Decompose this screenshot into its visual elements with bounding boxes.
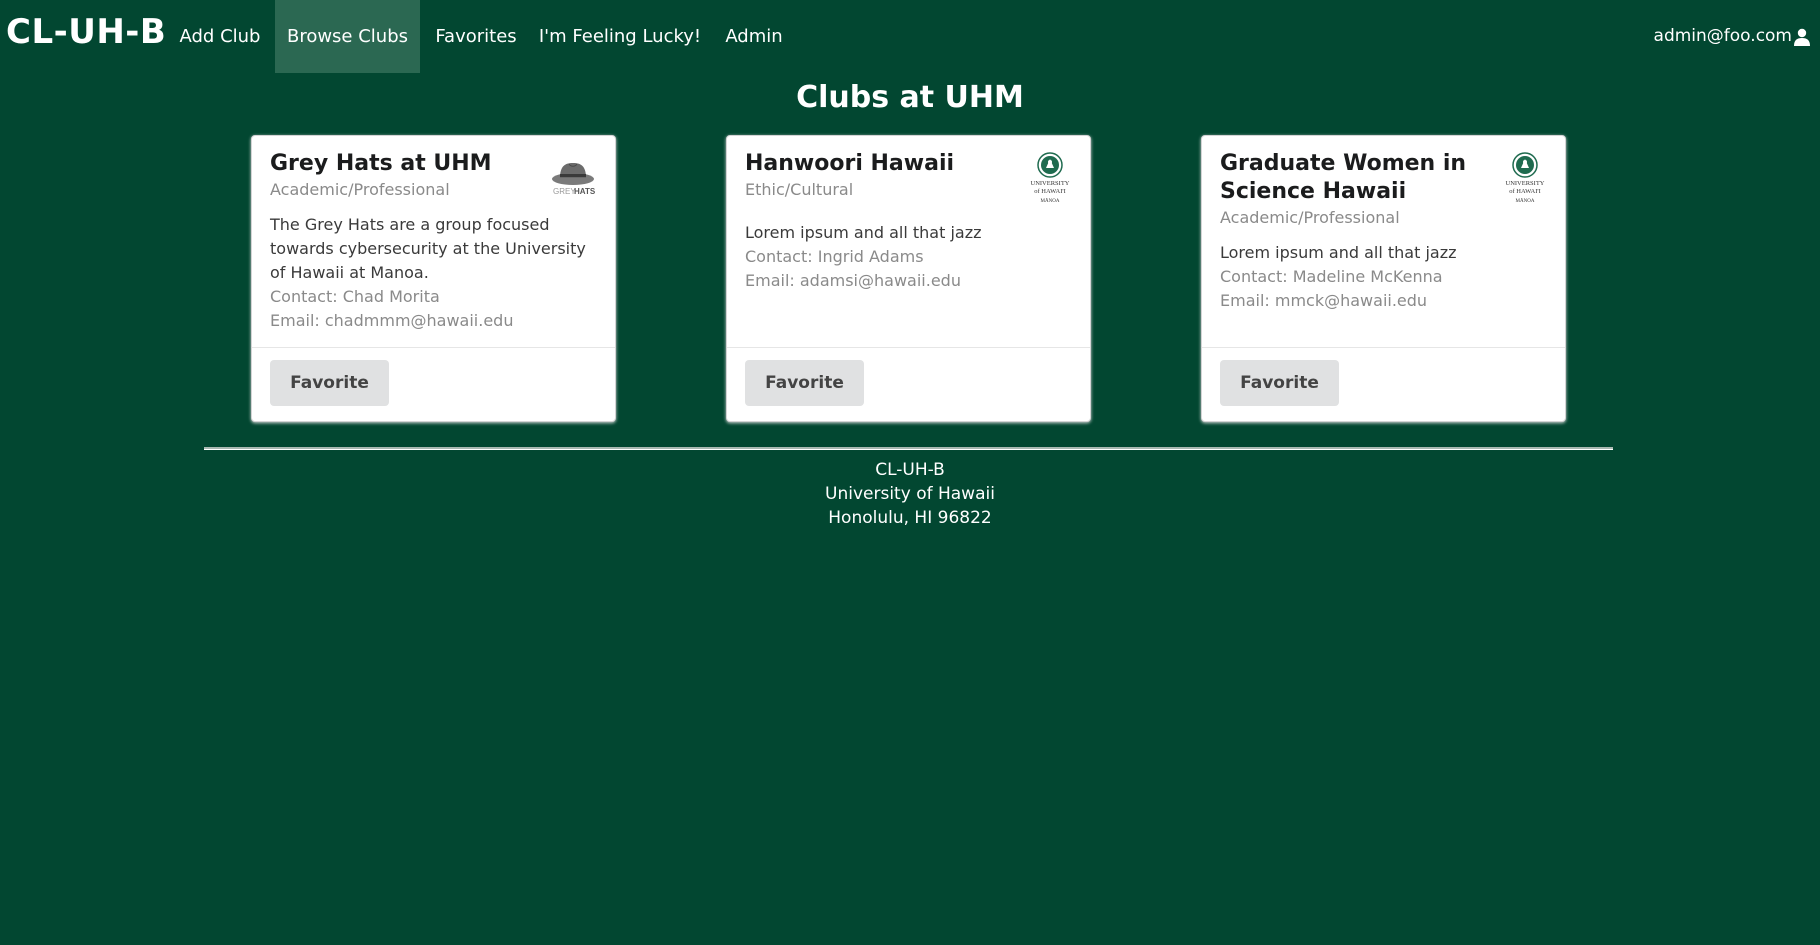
club-name: Graduate Women in Science Hawaii bbox=[1220, 151, 1467, 204]
footer-divider bbox=[204, 447, 1613, 450]
svg-text:MĀNOA: MĀNOA bbox=[1516, 198, 1535, 204]
nav-favorites[interactable]: Favorites bbox=[420, 0, 532, 73]
club-type: Academic/Professional bbox=[1220, 208, 1400, 227]
svg-text:HATS: HATS bbox=[574, 187, 596, 196]
footer-university: University of Hawaii bbox=[825, 484, 995, 504]
top-navbar: CL-UH-B Add Club Browse Clubs Favorites … bbox=[0, 0, 1820, 73]
card-extra: Favorite bbox=[1202, 347, 1565, 421]
club-email: Email: mmck@hawaii.edu bbox=[1220, 291, 1428, 310]
card-extra: Favorite bbox=[252, 347, 615, 421]
page-title: Clubs at UHM bbox=[796, 80, 1024, 115]
club-contact: Contact: Ingrid Adams bbox=[745, 247, 924, 266]
nav-browse-clubs[interactable]: Browse Clubs bbox=[275, 0, 420, 73]
svg-text:MĀNOA: MĀNOA bbox=[1041, 198, 1060, 204]
user-menu-dropdown[interactable]: admin@foo.com bbox=[1654, 0, 1810, 73]
grey-hats-logo: GREY HATS bbox=[552, 163, 596, 196]
club-card: GREY HATS Grey Hats at UHM Academic/Prof… bbox=[251, 135, 616, 422]
club-type: Academic/Professional bbox=[270, 180, 450, 199]
nav-admin[interactable]: Admin bbox=[708, 0, 800, 73]
club-card: UNIVERSITY of HAWAI'I MĀNOA Hanwoori Haw… bbox=[726, 135, 1091, 422]
club-description: Lorem ipsum and all that jazz bbox=[745, 223, 982, 242]
club-email: Email: adamsi@hawaii.edu bbox=[745, 271, 961, 290]
footer-site-name: CL-UH-B bbox=[875, 460, 945, 480]
footer: CL-UH-B University of Hawaii Honolulu, H… bbox=[0, 458, 1820, 530]
svg-text:of HAWAI'I: of HAWAI'I bbox=[1509, 188, 1541, 195]
club-card: UNIVERSITY of HAWAI'I MĀNOA Graduate Wom… bbox=[1201, 135, 1566, 422]
club-name: Hanwoori Hawaii bbox=[745, 151, 955, 176]
user-email: admin@foo.com bbox=[1653, 26, 1792, 46]
favorite-button[interactable]: Favorite bbox=[270, 360, 389, 406]
club-contact: Contact: Chad Morita bbox=[270, 287, 440, 306]
user-icon bbox=[1794, 28, 1810, 46]
favorite-button[interactable]: Favorite bbox=[1220, 360, 1339, 406]
card-extra: Favorite bbox=[727, 347, 1090, 421]
uh-manoa-logo: UNIVERSITY of HAWAI'I MĀNOA bbox=[1506, 152, 1545, 204]
club-email: Email: chadmmm@hawaii.edu bbox=[270, 311, 514, 330]
svg-text:of HAWAI'I: of HAWAI'I bbox=[1034, 188, 1066, 195]
club-name: Grey Hats at UHM bbox=[270, 151, 492, 176]
club-type: Ethic/Cultural bbox=[745, 180, 854, 199]
svg-text:UNIVERSITY: UNIVERSITY bbox=[1506, 180, 1545, 187]
uh-manoa-logo: UNIVERSITY of HAWAI'I MĀNOA bbox=[1031, 152, 1070, 204]
svg-text:UNIVERSITY: UNIVERSITY bbox=[1031, 180, 1070, 187]
club-description: Lorem ipsum and all that jazz bbox=[1220, 243, 1457, 262]
brand-logo-link[interactable]: CL-UH-B bbox=[6, 12, 166, 52]
card-content: UNIVERSITY of HAWAI'I MĀNOA Graduate Wom… bbox=[1202, 136, 1565, 349]
favorite-button[interactable]: Favorite bbox=[745, 360, 864, 406]
nav-add-club[interactable]: Add Club bbox=[164, 0, 276, 73]
club-contact: Contact: Madeline McKenna bbox=[1220, 267, 1443, 286]
svg-text:GREY: GREY bbox=[553, 187, 576, 196]
club-description: The Grey Hats are a group focused toward… bbox=[270, 215, 586, 282]
card-content: GREY HATS Grey Hats at UHM Academic/Prof… bbox=[252, 136, 615, 349]
footer-address: Honolulu, HI 96822 bbox=[828, 508, 992, 528]
nav-feeling-lucky[interactable]: I'm Feeling Lucky! bbox=[532, 0, 708, 73]
card-content: UNIVERSITY of HAWAI'I MĀNOA Hanwoori Haw… bbox=[727, 136, 1090, 349]
